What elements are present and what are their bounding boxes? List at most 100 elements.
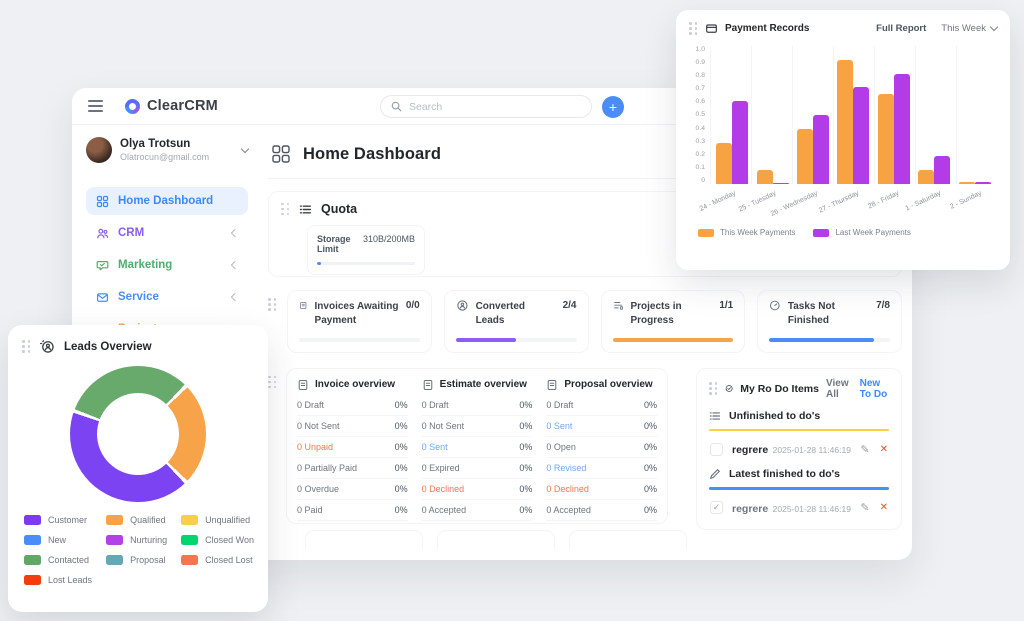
overview-row[interactable]: 0 Accepted0% xyxy=(546,500,657,521)
overview-row-value: 0% xyxy=(519,400,532,410)
chevron-left-icon[interactable] xyxy=(231,293,239,301)
app-logo[interactable]: ClearCRM xyxy=(125,98,218,114)
y-tick-label: 0.7 xyxy=(696,85,705,92)
list-icon xyxy=(299,203,312,216)
bar[interactable] xyxy=(732,101,748,184)
overview-row-label: 0 Overdue xyxy=(297,484,339,494)
todo-checkbox[interactable] xyxy=(710,443,723,456)
stat-card-projects-in-progress[interactable]: Projects in Progress 1/1 xyxy=(601,290,746,353)
overview-row[interactable]: 0 Accepted0% xyxy=(422,500,533,521)
overview-row[interactable]: 0 Declined0% xyxy=(546,479,657,500)
chevron-down-icon[interactable] xyxy=(241,144,249,152)
edit-icon[interactable]: ✎ xyxy=(860,443,869,456)
add-button[interactable]: + xyxy=(602,96,624,118)
overview-row[interactable]: 0 Draft0% xyxy=(422,395,533,416)
stat-card-tasks-not-finished[interactable]: Tasks Not Finished 7/8 xyxy=(757,290,902,353)
stat-label: Invoices Awaiting Payment xyxy=(315,300,399,327)
user-profile[interactable]: Olya Trotsun Olatrocun@gmail.com xyxy=(86,137,248,179)
overview-row-value: 0% xyxy=(519,463,532,473)
bar[interactable] xyxy=(813,115,829,184)
bar[interactable] xyxy=(894,74,910,184)
drag-handle[interactable] xyxy=(268,298,277,311)
legend-item: Nurturing xyxy=(106,535,167,545)
overview-row-value: 0% xyxy=(644,400,657,410)
view-all-link[interactable]: View All xyxy=(826,378,849,400)
overview-row[interactable]: 0 Partially Paid0% xyxy=(297,458,408,479)
leads-donut-chart[interactable] xyxy=(70,366,206,502)
bar[interactable] xyxy=(934,156,950,184)
storage-progress-fill xyxy=(317,262,321,265)
stat-label: Projects in Progress xyxy=(630,300,712,327)
overview-row-value: 0% xyxy=(395,505,408,515)
legend-label: Nurturing xyxy=(130,535,167,545)
leads-legend: CustomerQualifiedUnqualifiedNewNurturing… xyxy=(22,515,254,585)
sidebar-item-marketing[interactable]: Marketing xyxy=(86,251,248,279)
bar-group xyxy=(752,46,792,184)
partial-cards xyxy=(305,530,687,548)
overview-row[interactable]: 0 Overdue0% xyxy=(297,479,408,500)
sidebar-item-crm[interactable]: CRM xyxy=(86,219,248,247)
quota-title: Quota xyxy=(321,202,357,216)
todo-checkbox-checked[interactable]: ✓ xyxy=(710,501,723,514)
legend-item: Contacted xyxy=(24,555,92,565)
edit-icon[interactable]: ✎ xyxy=(860,501,869,514)
overview-row-value: 0% xyxy=(395,421,408,431)
overview-row[interactable]: 0 Paid0% xyxy=(297,500,408,521)
delete-icon[interactable]: ✕ xyxy=(880,502,888,513)
period-dropdown[interactable]: This Week xyxy=(941,23,997,34)
overview-row[interactable]: 0 Sent 0% xyxy=(422,437,533,458)
overview-row-label: 0 Expired xyxy=(422,463,460,473)
legend-label: New xyxy=(48,535,66,545)
document-icon xyxy=(422,379,434,391)
full-report-link[interactable]: Full Report xyxy=(876,23,926,34)
y-tick-label: 0.2 xyxy=(696,151,705,158)
bar[interactable] xyxy=(837,60,853,184)
sidebar-item-service[interactable]: Service xyxy=(86,283,248,311)
bar[interactable] xyxy=(878,94,894,184)
sidebar-item-label: Service xyxy=(118,291,159,303)
overview-row[interactable]: 0 Not Sent0% xyxy=(422,416,533,437)
new-todo-link[interactable]: New To Do xyxy=(860,378,889,400)
drag-handle[interactable] xyxy=(689,22,698,35)
payment-bar-chart-area: 1.00.90.80.70.60.50.40.30.20.10 xyxy=(689,46,997,184)
y-tick-label: 0.6 xyxy=(696,98,705,105)
sidebar-item-home-dashboard[interactable]: Home Dashboard xyxy=(86,187,248,215)
overview-row-value: 0% xyxy=(519,421,532,431)
overview-row[interactable]: 0 Sent0% xyxy=(546,416,657,437)
bar[interactable] xyxy=(797,129,813,184)
overview-row-label: 0 Unpaid xyxy=(297,442,333,452)
overview-row[interactable]: 0 Draft0% xyxy=(546,395,657,416)
bar[interactable] xyxy=(757,170,773,184)
x-tick-label: 24 - Monday xyxy=(699,190,737,213)
chevron-left-icon[interactable] xyxy=(231,229,239,237)
drag-handle[interactable] xyxy=(281,203,290,216)
overview-row[interactable]: 0 Draft0% xyxy=(297,395,408,416)
delete-icon[interactable]: ✕ xyxy=(880,444,888,455)
overview-row[interactable]: 0 Expired 0% xyxy=(422,458,533,479)
overview-row[interactable]: 0 Not Sent0% xyxy=(297,416,408,437)
legend-item: Customer xyxy=(24,515,92,525)
search-bar[interactable] xyxy=(380,95,592,118)
bar[interactable] xyxy=(918,170,934,184)
bar[interactable] xyxy=(853,87,869,184)
legend-label: Qualified xyxy=(130,515,166,525)
overview-row[interactable]: 0 Revised0% xyxy=(546,458,657,479)
chevron-left-icon[interactable] xyxy=(231,261,239,269)
stat-progress-fill xyxy=(769,338,874,342)
overview-row-value: 0% xyxy=(519,442,532,452)
overview-row[interactable]: 0 Declined0% xyxy=(422,479,533,500)
overview-row[interactable]: 0 Open0% xyxy=(546,437,657,458)
search-input[interactable] xyxy=(409,101,559,113)
legend-label: This Week Payments xyxy=(720,228,795,237)
storage-limit-card[interactable]: Storage Limit 310B/200MB xyxy=(307,225,425,275)
hamburger-menu-icon[interactable] xyxy=(88,100,103,111)
bar-group xyxy=(874,46,914,184)
stat-card-converted-leads[interactable]: Converted Leads 2/4 xyxy=(444,290,589,353)
drag-handle[interactable] xyxy=(22,340,31,353)
stat-card-invoices-awaiting[interactable]: Invoices Awaiting Payment 0/0 xyxy=(287,290,432,353)
overview-row[interactable]: 0 Unpaid0% xyxy=(297,437,408,458)
drag-handle[interactable] xyxy=(268,376,277,389)
overview-row-label: 0 Sent xyxy=(422,442,448,452)
drag-handle[interactable] xyxy=(709,382,718,395)
bar[interactable] xyxy=(716,143,732,184)
